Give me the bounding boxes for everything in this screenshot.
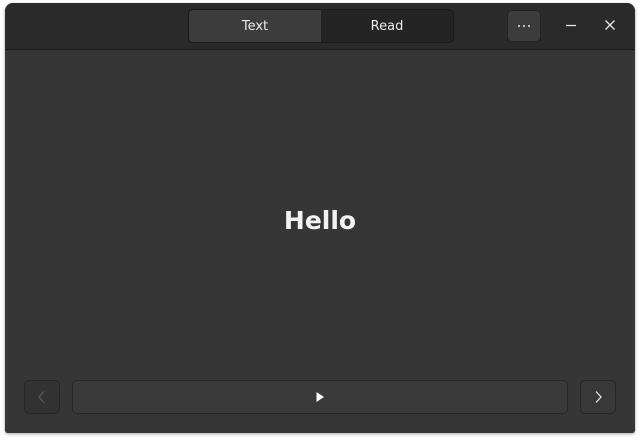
chevron-left-icon [38,391,45,403]
previous-button[interactable] [24,380,60,414]
tab-read-label: Read [370,18,404,34]
tab-text-label: Text [241,18,269,34]
header-bar: Text Read [5,3,635,50]
minimize-button[interactable] [558,12,584,38]
display-text: Hello [283,206,357,235]
content-area: Hello [5,50,635,433]
play-icon [316,392,324,402]
minimize-icon [566,24,576,27]
close-icon [605,20,615,30]
tab-text[interactable]: Text [189,10,321,42]
app-window: Text Read Hello [5,3,635,433]
main-menu-button[interactable] [507,10,541,42]
chevron-right-icon [595,391,602,403]
close-button[interactable] [597,12,623,38]
tab-read[interactable]: Read [321,10,453,42]
play-button[interactable] [72,380,568,414]
more-horizontal-icon [518,25,530,27]
view-switcher: Text Read [188,9,454,43]
next-button[interactable] [580,380,616,414]
